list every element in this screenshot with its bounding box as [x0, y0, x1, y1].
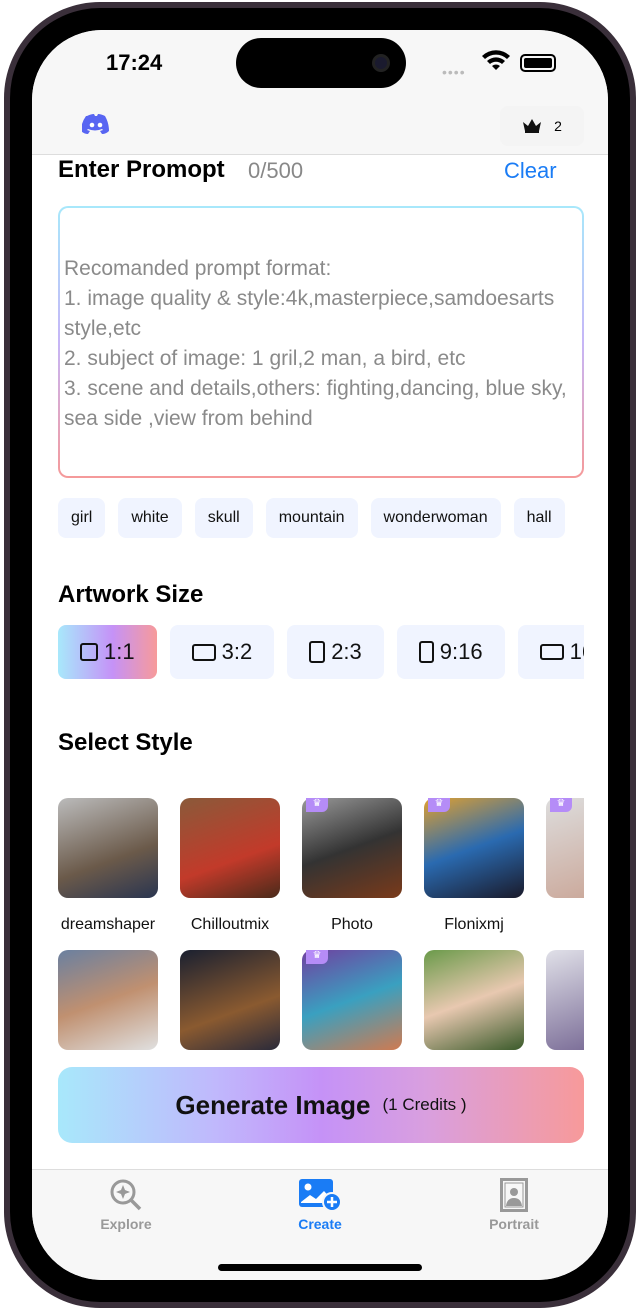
style-label: Flonixmj [444, 916, 504, 933]
generate-label: Generate Image [175, 1089, 371, 1120]
prompt-placeholder[interactable]: Recomanded prompt format: 1. image quali… [60, 208, 582, 476]
aspect-ratio-icon [80, 643, 98, 661]
size-label: 3:2 [221, 639, 253, 664]
size-options: 1:1 3:2 2:3 9:16 16:9 [58, 625, 584, 679]
screen: 17:24 •••• 2 Enter Promopt 0/500 Clear R… [32, 30, 608, 1280]
keyword-chip[interactable]: wonderwoman [370, 498, 501, 538]
artwork-size-title: Artwork Size [58, 581, 204, 608]
prompt-title: Enter Promopt [58, 156, 225, 183]
create-image-icon [299, 1179, 342, 1212]
aspect-ratio-icon [539, 644, 564, 660]
style-item[interactable]: ♛ Mo [546, 798, 584, 934]
size-option-9-16[interactable]: 9:16 [396, 625, 505, 679]
aspect-ratio-icon [309, 641, 326, 663]
style-thumbnail: ♛ [302, 950, 402, 1050]
phone-frame: 17:24 •••• 2 Enter Promopt 0/500 Clear R… [4, 2, 636, 1308]
style-thumbnail [424, 950, 524, 1050]
style-label: Photo [331, 916, 373, 933]
wifi-icon [482, 50, 510, 70]
dynamic-island [236, 38, 406, 88]
signal-icon: •••• [442, 64, 466, 80]
select-style-title: Select Style [58, 729, 193, 756]
style-thumbnail: ♛ [302, 798, 402, 898]
explore-icon [110, 1179, 142, 1211]
size-option-2-3[interactable]: 2:3 [287, 625, 384, 679]
size-option-16-9[interactable]: 16:9 [517, 625, 584, 679]
size-label: 1:1 [104, 639, 135, 664]
style-label: Mo [546, 916, 584, 934]
style-thumbnail [58, 950, 158, 1050]
style-item[interactable]: Chilloutmix [180, 798, 280, 934]
style-label: dreamshaper [60, 916, 156, 933]
size-label: 9:16 [439, 639, 483, 664]
style-item[interactable] [180, 950, 280, 1050]
credits-count: 2 [554, 118, 562, 134]
style-grid: dreamshaper Chilloutmix ♛ Photo ♛ Flonixmj ♛ Mo… [58, 798, 584, 1066]
tab-portrait[interactable]: Portrait [454, 1178, 574, 1232]
style-thumbnail [180, 798, 280, 898]
premium-crown-icon: ♛ [306, 950, 328, 964]
size-label: 16:9 [569, 639, 584, 664]
status-time: 17:24 [106, 50, 163, 75]
aspect-ratio-icon [418, 641, 434, 663]
keyword-chips: girl white skull mountain wonderwoman hall [58, 498, 584, 538]
keyword-chip[interactable]: mountain [265, 498, 358, 538]
keyword-chip[interactable]: white [118, 498, 182, 538]
style-item[interactable]: ♛ Flonixmj [424, 798, 524, 934]
size-option-3-2[interactable]: 3:2 [169, 625, 275, 679]
style-item[interactable]: dreamshaper [58, 798, 158, 934]
aspect-ratio-icon [191, 643, 216, 661]
crown-icon [523, 119, 542, 133]
style-thumbnail [58, 798, 158, 898]
home-indicator [218, 1264, 422, 1271]
generate-image-button[interactable]: Generate Image (1 Credits ) [58, 1067, 584, 1143]
premium-crown-icon: ♛ [306, 798, 328, 812]
style-item[interactable]: ♛ [302, 950, 402, 1050]
keyword-chip[interactable]: skull [194, 498, 253, 538]
prompt-input[interactable]: Recomanded prompt format: 1. image quali… [58, 206, 584, 478]
generate-cost: (1 Credits ) [382, 1095, 467, 1114]
style-item[interactable] [546, 950, 584, 1050]
style-item[interactable] [424, 950, 524, 1050]
clear-button[interactable]: Clear [504, 158, 557, 184]
tab-create[interactable]: Create [260, 1178, 380, 1232]
top-bar: 17:24 •••• 2 [32, 30, 608, 155]
portrait-icon [500, 1178, 528, 1212]
style-item[interactable]: ♛ Photo [302, 798, 402, 934]
keyword-chip[interactable]: hall [513, 498, 565, 538]
style-thumbnail [546, 950, 584, 1050]
premium-crown-icon: ♛ [550, 798, 572, 812]
premium-crown-icon: ♛ [428, 798, 450, 812]
style-thumbnail: ♛ [546, 798, 584, 898]
size-option-1-1[interactable]: 1:1 [58, 625, 157, 679]
credits-button[interactable]: 2 [500, 106, 584, 146]
tab-explore[interactable]: Explore [66, 1178, 186, 1232]
prompt-char-count: 0/500 [248, 158, 304, 183]
style-label: Chilloutmix [190, 916, 270, 933]
battery-icon [520, 54, 556, 72]
style-thumbnail [180, 950, 280, 1050]
size-label: 2:3 [331, 639, 362, 664]
style-thumbnail: ♛ [424, 798, 524, 898]
discord-icon[interactable] [82, 114, 110, 134]
keyword-chip[interactable]: girl [58, 498, 106, 538]
style-item[interactable] [58, 950, 158, 1050]
